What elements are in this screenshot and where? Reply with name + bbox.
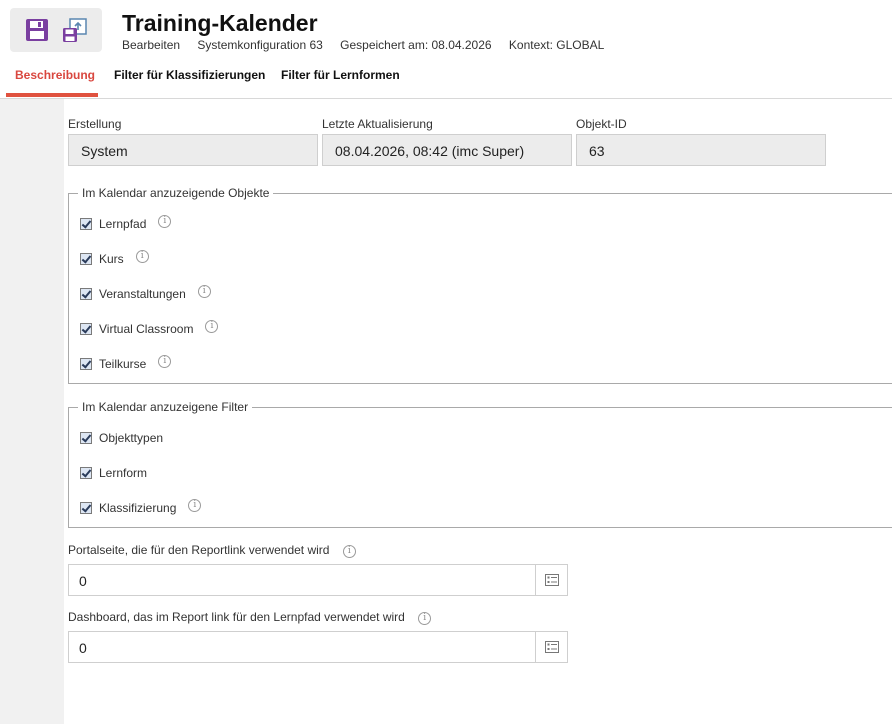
config-text: Systemkonfiguration 63 (197, 38, 323, 52)
info-icon[interactable]: i (188, 498, 202, 512)
tab-beschreibung[interactable]: Beschreibung (15, 68, 95, 82)
teilkurse-checkbox[interactable] (80, 358, 92, 370)
left-gutter (0, 99, 64, 724)
lernpfad-checkbox[interactable] (80, 218, 92, 230)
save-icon (26, 19, 48, 41)
portal-page-input[interactable]: 0 (68, 564, 536, 596)
info-icon[interactable]: i (205, 319, 219, 333)
info-icon[interactable]: i (418, 612, 432, 625)
klassifizierung-label: Klassifizierung (99, 501, 177, 515)
last-update-label: Letzte Aktualisierung (322, 117, 433, 131)
objekttypen-label: Objekttypen (99, 431, 164, 445)
checkbox-row-lernform: Lernform (80, 465, 147, 481)
toolbar (10, 8, 102, 52)
save-button[interactable] (25, 18, 51, 44)
filters-fieldset: Im Kalendar anzuzeigene Filter Objekttyp… (68, 400, 892, 528)
dashboard-label-text: Dashboard, das im Report link für den Le… (68, 610, 405, 624)
dashboard-input[interactable]: 0 (68, 631, 536, 663)
virtual-classroom-label: Virtual Classroom (99, 322, 194, 336)
veranstaltungen-label: Veranstaltungen (99, 287, 186, 301)
objects-legend: Im Kalendar anzuzeigende Objekte (78, 186, 274, 200)
virtual-classroom-checkbox[interactable] (80, 323, 92, 335)
page-meta: Bearbeiten Systemkonfiguration 63 Gespei… (122, 38, 618, 52)
save-copy-button[interactable] (62, 18, 88, 44)
checkbox-row-lernpfad: Lernpfad i (80, 214, 172, 232)
checkbox-row-virtual-classroom: Virtual Classroom i (80, 319, 219, 337)
list-icon (545, 641, 559, 653)
tab-filter-klassifizierungen[interactable]: Filter für Klassifizierungen (114, 68, 265, 82)
info-icon[interactable]: i (197, 284, 211, 298)
info-icon[interactable]: i (342, 545, 356, 558)
checkbox-row-objekttypen: Objekttypen (80, 430, 163, 446)
tab-bar: Beschreibung Filter für Klassifizierunge… (0, 60, 892, 99)
veranstaltungen-checkbox[interactable] (80, 288, 92, 300)
checkbox-row-teilkurse: Teilkurse i (80, 354, 172, 372)
kurs-label: Kurs (99, 252, 124, 266)
lernform-checkbox[interactable] (80, 467, 92, 479)
creation-label: Erstellung (68, 117, 122, 131)
checkbox-row-veranstaltungen: Veranstaltungen i (80, 284, 211, 302)
save-copy-icon (63, 18, 87, 42)
creation-field: System (68, 134, 318, 166)
filters-legend: Im Kalendar anzuzeigene Filter (78, 400, 253, 414)
tab-filter-lernformen[interactable]: Filter für Lernformen (281, 68, 400, 82)
object-id-field: 63 (576, 134, 826, 166)
dashboard-label: Dashboard, das im Report link für den Le… (68, 610, 432, 626)
active-tab-indicator (6, 93, 98, 97)
info-icon[interactable]: i (158, 354, 172, 368)
klassifizierung-checkbox[interactable] (80, 502, 92, 514)
last-update-field: 08.04.2026, 08:42 (imc Super) (322, 134, 572, 166)
context-text: Kontext: GLOBAL (508, 38, 605, 52)
page-title: Training-Kalender (122, 10, 318, 36)
mode-text: Bearbeiten (122, 38, 181, 52)
portal-page-label: Portalseite, die für den Reportlink verw… (68, 543, 356, 559)
saved-text: Gespeichert am: 08.04.2026 (340, 38, 492, 52)
dashboard-picker-button[interactable] (535, 631, 568, 663)
objekttypen-checkbox[interactable] (80, 432, 92, 444)
kurs-checkbox[interactable] (80, 253, 92, 265)
portal-page-label-text: Portalseite, die für den Reportlink verw… (68, 543, 330, 557)
teilkurse-label: Teilkurse (99, 357, 147, 371)
lernpfad-label: Lernpfad (99, 217, 147, 231)
info-icon[interactable]: i (158, 214, 172, 228)
lernform-label: Lernform (99, 466, 148, 480)
objects-fieldset: Im Kalendar anzuzeigende Objekte Lernpfa… (68, 186, 892, 384)
object-id-label: Objekt-ID (576, 117, 627, 131)
list-icon (545, 574, 559, 586)
checkbox-row-klassifizierung: Klassifizierung i (80, 498, 202, 516)
checkbox-row-kurs: Kurs i (80, 249, 149, 267)
portal-page-picker-button[interactable] (535, 564, 568, 596)
info-icon[interactable]: i (135, 249, 149, 263)
